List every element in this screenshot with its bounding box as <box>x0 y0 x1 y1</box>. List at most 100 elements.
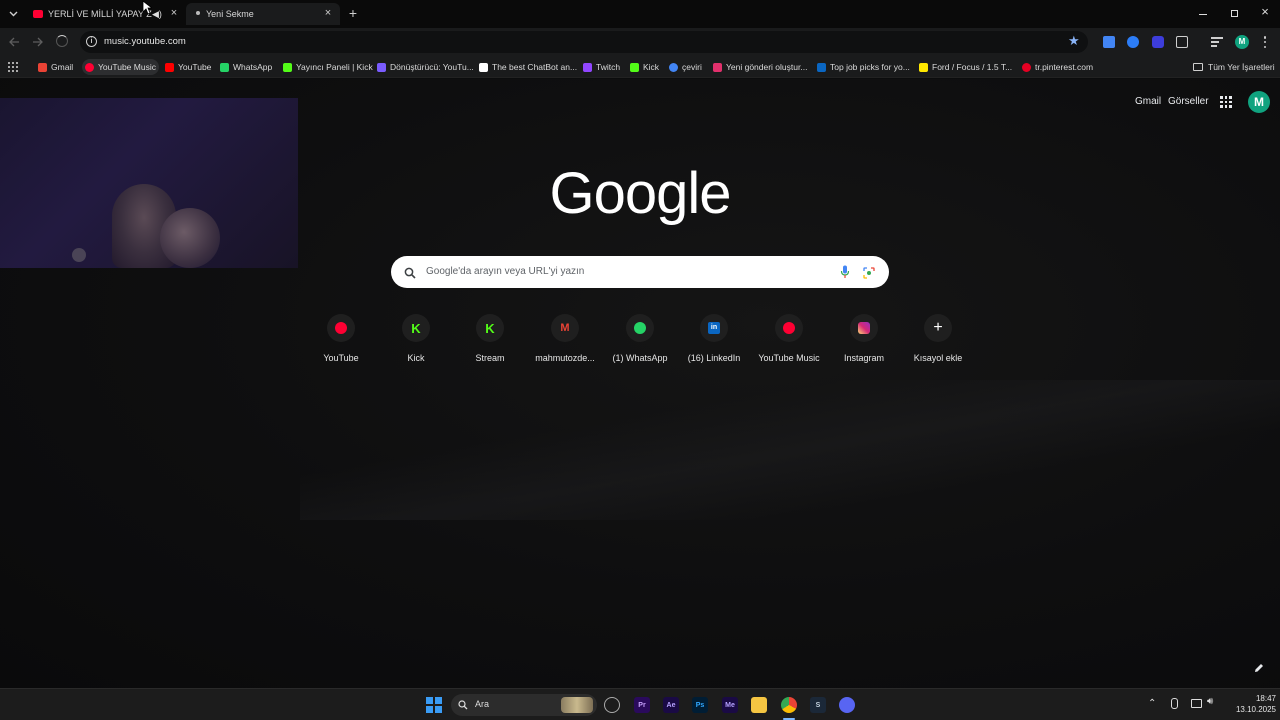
vpn-extension-icon[interactable] <box>1127 36 1139 48</box>
network-icon[interactable] <box>1191 699 1202 708</box>
new-tab-plus-icon[interactable]: + <box>346 6 360 20</box>
shortcut-label: YouTube <box>323 353 359 363</box>
tab-youtube-music[interactable]: YERLİ VE MİLLİ YAPAY ZEKA ◀) × <box>28 3 180 25</box>
show-hidden-icons-chevron-icon[interactable]: ⌃ <box>1148 698 1156 709</box>
shortcut-label: YouTube Music <box>758 353 820 363</box>
linkedin-icon: in <box>700 314 728 342</box>
loading-spinner-icon[interactable] <box>56 35 68 47</box>
media-control-icon[interactable] <box>1211 37 1223 47</box>
shortcut-tile[interactable]: + Kısayol ekle <box>901 312 975 372</box>
tab-close-icon[interactable]: × <box>168 7 180 19</box>
bookmark-label: çeviri <box>682 62 702 72</box>
translate-extension-icon[interactable] <box>1103 36 1115 48</box>
restore-window-icon[interactable] <box>1228 8 1240 20</box>
tab-new-tab[interactable]: Yeni Sekme × <box>186 3 340 25</box>
back-arrow-icon[interactable] <box>8 35 22 49</box>
instagram-icon <box>713 62 722 72</box>
address-bar[interactable]: i music.youtube.com ★ <box>80 31 1088 53</box>
search-icon <box>458 700 468 710</box>
bookmark-label: Gmail <box>51 62 74 72</box>
shortcut-tile[interactable]: YouTube <box>304 312 378 372</box>
kick-icon: K <box>402 314 430 342</box>
google-icon <box>669 62 678 72</box>
voice-search-mic-icon[interactable] <box>840 265 850 279</box>
bookmark-item[interactable]: YouTube <box>165 59 211 75</box>
shortcut-label: (16) LinkedIn <box>687 353 741 363</box>
gmail-icon <box>38 62 47 72</box>
tab-close-icon[interactable]: × <box>322 7 334 19</box>
bookmark-item[interactable]: Ford / Focus / 1.5 T... <box>919 59 1012 75</box>
youtube-music-icon <box>775 314 803 342</box>
background-streak <box>300 380 1280 520</box>
bookmark-star-icon[interactable]: ★ <box>1068 33 1080 49</box>
apps-grid-icon[interactable] <box>8 62 18 72</box>
pinterest-icon <box>1022 62 1031 72</box>
clock-time[interactable]: 18:47 <box>1246 694 1276 703</box>
shortcut-tile[interactable]: YouTube Music <box>752 312 826 372</box>
mouse-cursor-icon <box>142 0 152 15</box>
discord-icon[interactable] <box>839 697 855 713</box>
bookmark-item[interactable]: Top job picks for yo... <box>817 59 910 75</box>
shield-extension-icon[interactable] <box>1152 36 1164 48</box>
kick-icon: K <box>476 314 504 342</box>
google-apps-grid-icon[interactable] <box>1220 96 1232 108</box>
browser-menu-icon[interactable] <box>1263 36 1267 48</box>
bookmark-item[interactable]: WhatsApp <box>220 59 272 75</box>
extensions-puzzle-icon[interactable] <box>1176 36 1188 48</box>
bookmark-label: Dönüştürücü: YouTu... <box>390 62 474 72</box>
taskbar-search[interactable]: Ara <box>451 694 597 716</box>
bookmark-item[interactable]: YouTube Music <box>82 59 159 75</box>
volume-icon[interactable]: 🔊︎ <box>1207 696 1213 707</box>
bookmark-item[interactable]: Dönüştürücü: YouTu... <box>377 59 474 75</box>
audio-playing-icon[interactable]: ◀) <box>152 9 162 20</box>
bookmark-item[interactable]: Yeni gönderi oluştur... <box>713 59 807 75</box>
shortcut-tile[interactable]: K Kick <box>379 312 453 372</box>
close-window-icon[interactable]: × <box>1258 5 1272 19</box>
minimize-window-icon[interactable] <box>1197 8 1209 20</box>
windows-start-icon[interactable] <box>426 697 442 713</box>
images-link[interactable]: Görseller <box>1168 96 1209 107</box>
search-box[interactable]: Google'da arayın veya URL'yi yazın <box>391 256 889 288</box>
tab-title: Yeni Sekme <box>206 9 254 19</box>
webcam-overlay <box>0 98 298 268</box>
shortcut-tile[interactable]: (1) WhatsApp <box>603 312 677 372</box>
tab-search-chevron-icon[interactable] <box>6 7 20 21</box>
site-info-icon[interactable]: i <box>86 36 97 47</box>
shortcut-tile[interactable]: K Stream <box>453 312 527 372</box>
customize-pencil-icon[interactable] <box>1253 661 1265 673</box>
shortcut-label: Kısayol ekle <box>913 353 963 363</box>
shortcut-tile[interactable]: Instagram <box>827 312 901 372</box>
url-text[interactable]: music.youtube.com <box>104 36 186 47</box>
after-effects-icon[interactable]: Ae <box>663 697 679 713</box>
bookmark-item[interactable]: çeviri <box>669 59 702 75</box>
bookmark-item[interactable]: Yayıncı Paneli | Kick <box>283 59 373 75</box>
bookmark-item[interactable]: The best ChatBot an... <box>479 59 577 75</box>
bookmark-item[interactable]: Kick <box>630 59 659 75</box>
chatbot-icon <box>479 62 488 72</box>
file-explorer-icon[interactable] <box>751 697 767 713</box>
linkedin-icon <box>817 62 826 72</box>
bookmark-item[interactable]: Gmail <box>38 59 73 75</box>
premiere-pro-icon[interactable]: Pr <box>634 697 650 713</box>
google-lens-icon[interactable] <box>863 266 875 279</box>
bookmark-label: The best ChatBot an... <box>492 62 578 72</box>
search-input[interactable]: Google'da arayın veya URL'yi yazın <box>426 266 584 277</box>
shortcut-tile[interactable]: Mmahmutozde... <box>528 312 602 372</box>
bookmark-item[interactable]: Twitch <box>583 59 620 75</box>
microphone-icon[interactable] <box>1171 698 1178 709</box>
media-encoder-icon[interactable]: Me <box>722 697 738 713</box>
account-avatar[interactable]: M <box>1248 91 1270 113</box>
bookmark-item[interactable]: tr.pinterest.com <box>1022 59 1093 75</box>
copilot-icon[interactable] <box>604 697 620 713</box>
gmail-link[interactable]: Gmail <box>1135 96 1161 107</box>
chrome-icon[interactable] <box>781 697 797 713</box>
photoshop-icon[interactable]: Ps <box>692 697 708 713</box>
clock-date[interactable]: 13.10.2025 <box>1226 705 1276 714</box>
all-bookmarks-folder[interactable]: Tüm Yer İşaretleri <box>1193 59 1275 75</box>
steam-icon[interactable]: S <box>810 697 826 713</box>
windows-taskbar: Ara Pr Ae Ps Me S ⌃ 🔊︎ 18:47 13.10.2025 <box>0 688 1280 720</box>
youtube-icon <box>165 62 174 72</box>
forward-arrow-icon[interactable] <box>32 35 46 49</box>
shortcut-tile[interactable]: in (16) LinkedIn <box>677 312 751 372</box>
profile-avatar[interactable]: M <box>1235 35 1249 49</box>
